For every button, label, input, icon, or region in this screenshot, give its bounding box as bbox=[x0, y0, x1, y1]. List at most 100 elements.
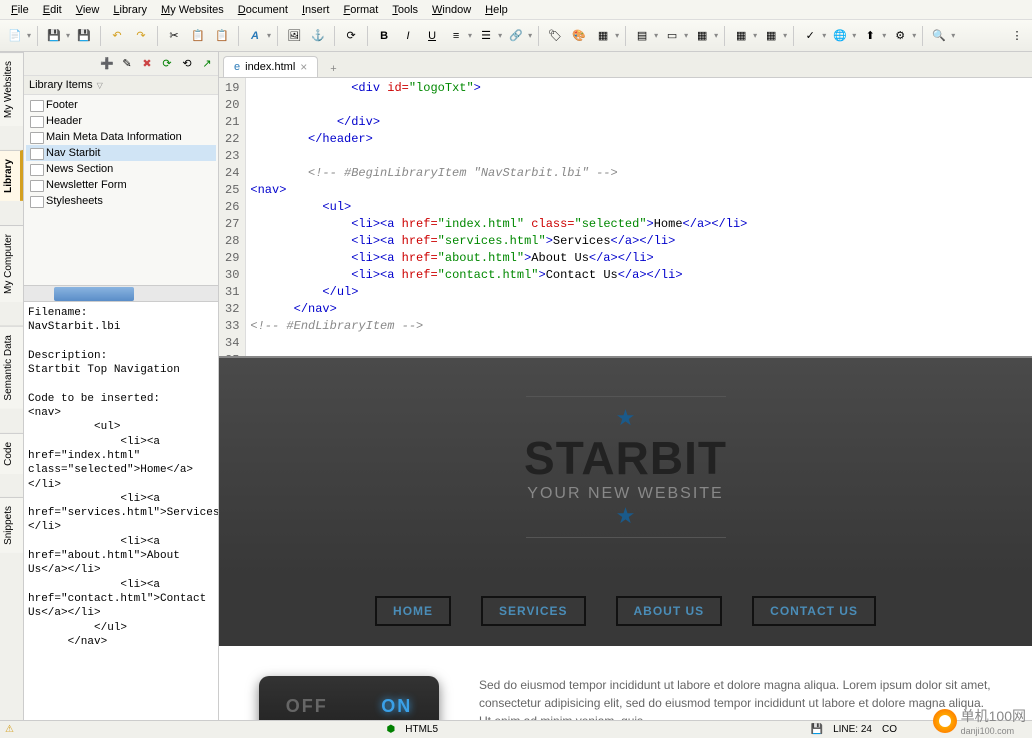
menu-view[interactable]: View bbox=[70, 2, 106, 17]
menu-my-websites[interactable]: My Websites bbox=[155, 2, 230, 17]
upload-button[interactable]: ⬆ bbox=[860, 26, 880, 46]
sidebar-tab-icon bbox=[4, 130, 20, 146]
line-number: 25 bbox=[225, 182, 239, 199]
panel-edit-button[interactable]: ✎ bbox=[118, 54, 136, 72]
menu-file[interactable]: File bbox=[5, 2, 35, 17]
search-button[interactable]: 🔍 bbox=[929, 26, 949, 46]
tab-add-button[interactable]: + bbox=[324, 61, 342, 77]
line-number: 32 bbox=[225, 301, 239, 318]
tree-item-newsletter-form[interactable]: Newsletter Form bbox=[26, 177, 216, 193]
code-editor[interactable]: 1920212223242526272829303132333435 <div … bbox=[219, 78, 1032, 358]
sidebar-tab-icon bbox=[4, 205, 20, 221]
link-button[interactable]: 🔗 bbox=[506, 26, 526, 46]
code-line bbox=[250, 352, 1028, 356]
watermark-icon bbox=[933, 709, 957, 733]
code-content[interactable]: <div id="logoTxt"> </div> </header> <!--… bbox=[246, 78, 1032, 356]
nav-about-us[interactable]: ABOUT US bbox=[616, 596, 723, 626]
input-button[interactable]: ▭ bbox=[662, 26, 682, 46]
redo-button[interactable]: ↷ bbox=[131, 26, 151, 46]
sidebar-tab-my-websites[interactable]: My Websites bbox=[0, 52, 23, 126]
panel-delete-button[interactable]: ✖ bbox=[138, 54, 156, 72]
sidebar-tab-my-computer[interactable]: My Computer bbox=[0, 225, 23, 302]
tree-item-header[interactable]: Header bbox=[26, 113, 216, 129]
image-button[interactable]: 🖼 bbox=[284, 26, 304, 46]
form-button[interactable]: ▤ bbox=[632, 26, 652, 46]
tree-item-main-meta-data-information[interactable]: Main Meta Data Information bbox=[26, 129, 216, 145]
row-button[interactable]: ▦ bbox=[761, 26, 781, 46]
code-line: </div> bbox=[250, 114, 1028, 131]
menu-format[interactable]: Format bbox=[337, 2, 384, 17]
table-button[interactable]: ▦ bbox=[731, 26, 751, 46]
overflow-button[interactable]: ⋮ bbox=[1007, 26, 1027, 46]
line-number: 29 bbox=[225, 250, 239, 267]
italic-button[interactable]: I bbox=[398, 26, 418, 46]
menu-tools[interactable]: Tools bbox=[386, 2, 424, 17]
validate-button[interactable]: ✓ bbox=[800, 26, 820, 46]
save-button[interactable]: 💾 bbox=[44, 26, 64, 46]
panel-header-label: Library Items bbox=[29, 79, 93, 91]
panel-add-button[interactable]: ➕ bbox=[98, 54, 116, 72]
sidebar-tab-icon bbox=[4, 477, 20, 493]
preview-pane: ★ STARBIT YOUR NEW WEBSITE ★ HOMESERVICE… bbox=[219, 358, 1032, 720]
tree-item-nav-starbit[interactable]: Nav Starbit bbox=[26, 145, 216, 161]
menu-edit[interactable]: Edit bbox=[37, 2, 68, 17]
anchor-button[interactable]: ⚓ bbox=[308, 26, 328, 46]
code-line: <li><a href="contact.html">Contact Us</a… bbox=[250, 267, 1028, 284]
nav-home[interactable]: HOME bbox=[375, 596, 451, 626]
sidebar-tab-semantic-data[interactable]: Semantic Data bbox=[0, 326, 23, 409]
sidebar-tab-code[interactable]: Code bbox=[0, 433, 23, 474]
panel-export-button[interactable]: ↗ bbox=[198, 54, 216, 72]
tree-item-footer[interactable]: Footer bbox=[26, 97, 216, 113]
save-all-button[interactable]: 💾 bbox=[74, 26, 94, 46]
watermark-bottom: danji100.com bbox=[961, 726, 1026, 736]
paste-button[interactable]: 📋 bbox=[212, 26, 232, 46]
line-number: 26 bbox=[225, 199, 239, 216]
menu-window[interactable]: Window bbox=[426, 2, 477, 17]
sidebar-tab-library[interactable]: Library bbox=[0, 150, 23, 201]
code-line: <ul> bbox=[250, 199, 1028, 216]
bold-button[interactable]: B bbox=[374, 26, 394, 46]
font-button[interactable]: A bbox=[245, 26, 265, 46]
line-number: 34 bbox=[225, 335, 239, 352]
code-line bbox=[250, 148, 1028, 165]
tree-item-news-section[interactable]: News Section bbox=[26, 161, 216, 177]
horizontal-scrollbar[interactable] bbox=[24, 285, 218, 301]
list-button[interactable]: ☰ bbox=[476, 26, 496, 46]
tree-item-stylesheets[interactable]: Stylesheets bbox=[26, 193, 216, 209]
panel-sync-button[interactable]: ⟲ bbox=[178, 54, 196, 72]
new-button[interactable]: 📄 bbox=[5, 26, 25, 46]
color-button[interactable]: 🎨 bbox=[569, 26, 589, 46]
menu-insert[interactable]: Insert bbox=[296, 2, 336, 17]
undo-button[interactable]: ↶ bbox=[107, 26, 127, 46]
code-line: <li><a href="index.html" class="selected… bbox=[250, 216, 1028, 233]
status-warning-icon[interactable]: ⚠ bbox=[5, 724, 14, 735]
preview-button[interactable]: 🌐 bbox=[830, 26, 850, 46]
textarea-button[interactable]: ▦ bbox=[692, 26, 712, 46]
tag-button[interactable]: 🏷 bbox=[545, 26, 565, 46]
refresh-button[interactable]: ⟳ bbox=[341, 26, 361, 46]
panel-refresh-button[interactable]: ⟳ bbox=[158, 54, 176, 72]
settings-button[interactable]: ⚙ bbox=[890, 26, 910, 46]
menu-document[interactable]: Document bbox=[232, 2, 294, 17]
line-number: 28 bbox=[225, 233, 239, 250]
underline-button[interactable]: U bbox=[422, 26, 442, 46]
css-button[interactable]: ▦ bbox=[593, 26, 613, 46]
collapse-icon: ▽ bbox=[97, 81, 103, 90]
menu-library[interactable]: Library bbox=[107, 2, 153, 17]
status-save-icon[interactable]: 💾 bbox=[811, 724, 823, 735]
panel-header[interactable]: Library Items ▽ bbox=[24, 76, 218, 95]
sidebar-tab-snippets[interactable]: Snippets bbox=[0, 497, 23, 553]
tab-index-html[interactable]: e index.html × bbox=[223, 56, 318, 77]
cut-button[interactable]: ✂ bbox=[164, 26, 184, 46]
tab-close-button[interactable]: × bbox=[300, 60, 307, 74]
code-line: </header> bbox=[250, 131, 1028, 148]
align-button[interactable]: ≡ bbox=[446, 26, 466, 46]
nav-contact-us[interactable]: CONTACT US bbox=[752, 596, 876, 626]
lorem-text: Sed do eiusmod tempor incididunt ut labo… bbox=[479, 676, 992, 720]
tab-label: index.html bbox=[245, 61, 295, 73]
menu-help[interactable]: Help bbox=[479, 2, 514, 17]
panel-toolbar: ➕ ✎ ✖ ⟳ ⟲ ↗ bbox=[24, 52, 218, 76]
toggle-switch[interactable]: OFF ON bbox=[259, 676, 439, 720]
copy-button[interactable]: 📋 bbox=[188, 26, 208, 46]
nav-services[interactable]: SERVICES bbox=[481, 596, 585, 626]
